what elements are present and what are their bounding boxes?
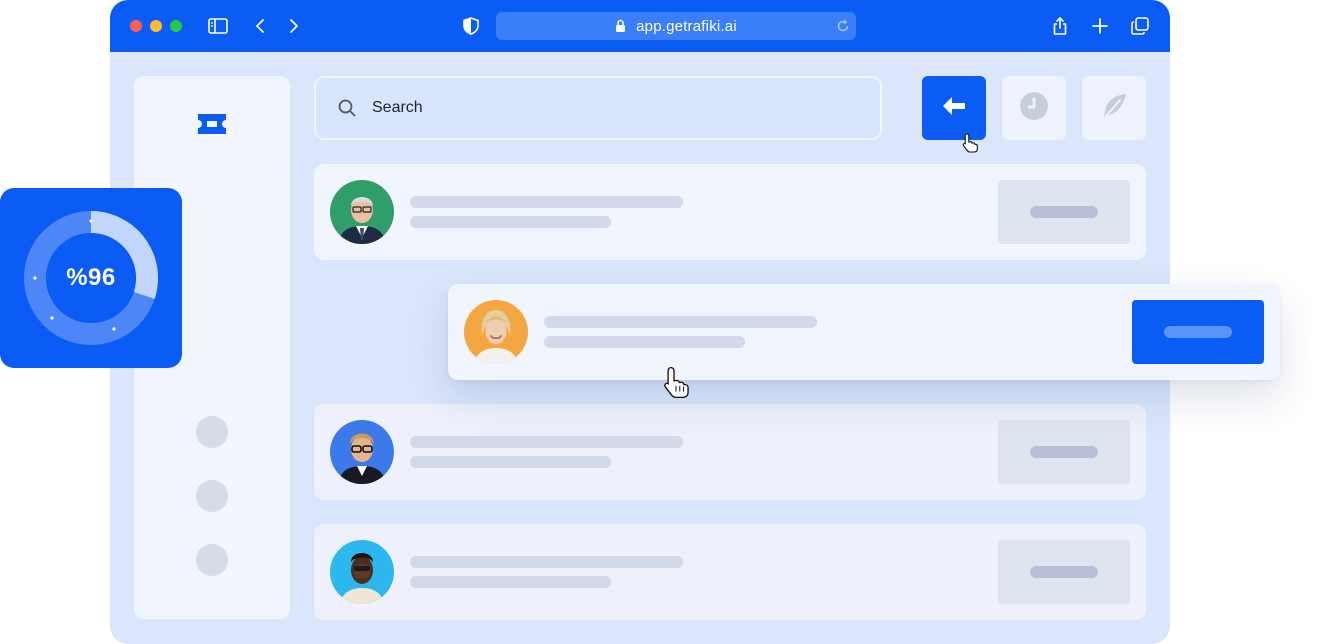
avatar[interactable]	[330, 540, 394, 604]
sidebar-nav-item[interactable]	[196, 416, 228, 448]
share-icon[interactable]	[1048, 14, 1072, 38]
sidebar-nav-item[interactable]	[196, 544, 228, 576]
stat-card: %96	[0, 188, 182, 368]
name-placeholder	[410, 196, 683, 208]
stat-value: %96	[66, 264, 116, 291]
list-item[interactable]	[314, 404, 1146, 500]
close-window-button[interactable]	[130, 20, 142, 32]
name-placeholder	[410, 436, 683, 448]
feather-icon	[1100, 92, 1128, 125]
detail-placeholder	[544, 336, 745, 348]
selected-list-item[interactable]	[448, 284, 1280, 380]
button-label-placeholder	[1030, 446, 1098, 458]
avatar[interactable]	[330, 180, 394, 244]
minimize-window-button[interactable]	[150, 20, 162, 32]
row-action-button[interactable]	[998, 540, 1130, 604]
search-icon	[338, 99, 356, 117]
button-label-placeholder	[1164, 326, 1232, 338]
maximize-window-button[interactable]	[170, 20, 182, 32]
button-label-placeholder	[1030, 566, 1098, 578]
sidebar-toggle-icon[interactable]	[206, 14, 230, 38]
detail-placeholder	[410, 216, 611, 228]
avatar[interactable]	[330, 420, 394, 484]
name-placeholder	[410, 556, 683, 568]
detail-placeholder	[410, 576, 611, 588]
clock-icon	[1020, 91, 1048, 125]
new-tab-icon[interactable]	[1088, 14, 1112, 38]
search-placeholder: Search	[372, 99, 423, 116]
tabs-icon[interactable]	[1128, 14, 1152, 38]
url-text: app.getrafiki.ai	[636, 17, 737, 35]
reload-icon[interactable]	[836, 19, 850, 37]
back-icon[interactable]	[248, 14, 272, 38]
forward-icon[interactable]	[282, 14, 306, 38]
list-item[interactable]	[314, 164, 1146, 260]
ticket-icon[interactable]	[197, 112, 227, 136]
detail-placeholder	[410, 456, 611, 468]
shield-icon[interactable]	[459, 14, 483, 38]
back-action-button[interactable]	[922, 76, 986, 140]
arrow-left-icon	[942, 96, 966, 121]
search-input[interactable]: Search	[314, 76, 882, 140]
row-action-button[interactable]	[998, 180, 1130, 244]
name-placeholder	[544, 316, 817, 328]
pointer-cursor-icon	[661, 366, 691, 404]
address-bar[interactable]: app.getrafiki.ai	[496, 12, 856, 40]
sidebar-nav-item[interactable]	[196, 480, 228, 512]
lock-icon	[615, 19, 626, 33]
compose-button[interactable]	[1082, 76, 1146, 140]
browser-titlebar: app.getrafiki.ai	[110, 0, 1170, 52]
row-action-button[interactable]	[998, 420, 1130, 484]
history-button[interactable]	[1002, 76, 1066, 140]
row-action-button[interactable]	[1132, 300, 1264, 364]
pointer-cursor-icon	[961, 133, 979, 158]
avatar[interactable]	[464, 300, 528, 364]
list-item[interactable]	[314, 524, 1146, 620]
button-label-placeholder	[1030, 206, 1098, 218]
